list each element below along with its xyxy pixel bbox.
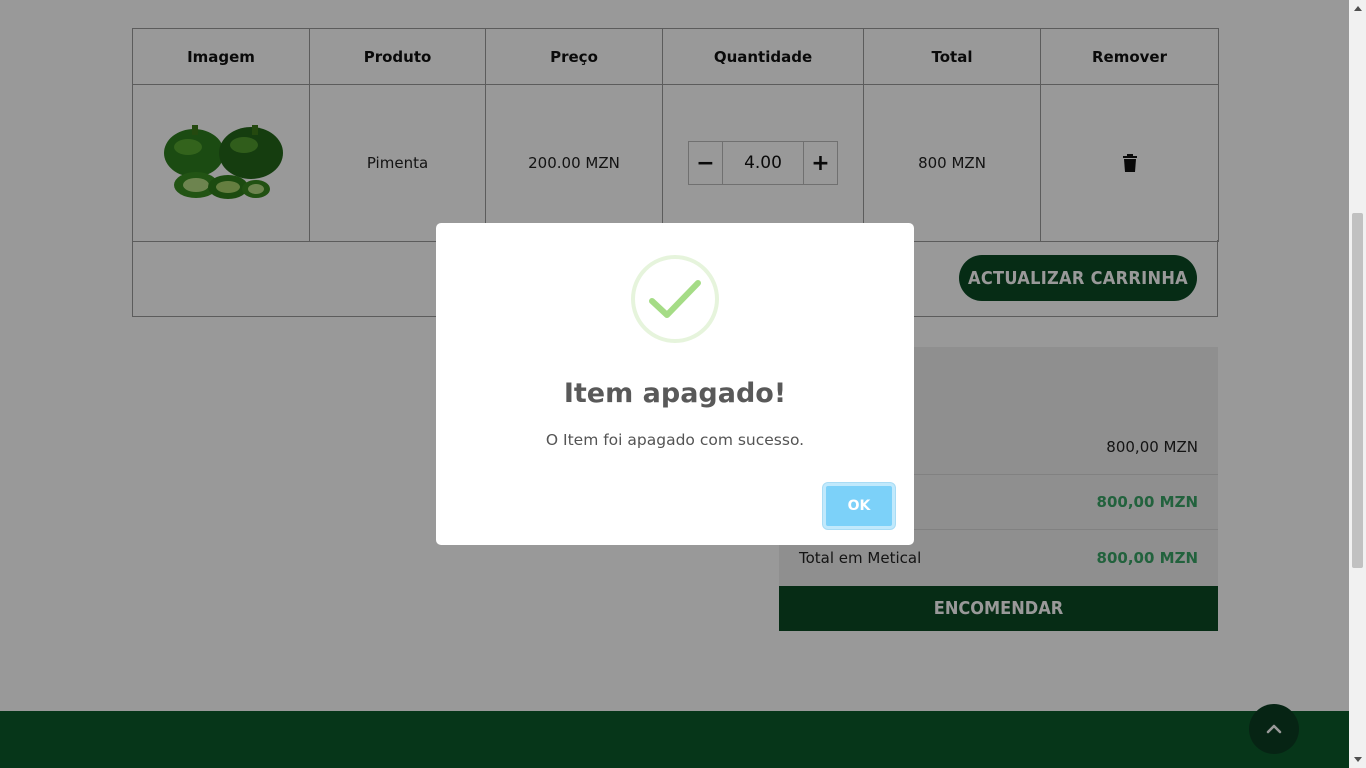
checkmark-icon (649, 280, 701, 318)
cart-page: Imagem Produto Preço Quantidade Total Re… (0, 0, 1349, 768)
dialog-title: Item apagado! (563, 378, 787, 409)
vertical-scrollbar[interactable] (1349, 0, 1366, 768)
success-dialog: Item apagado! O Item foi apagado com suc… (436, 223, 914, 545)
ok-button[interactable]: OK (823, 483, 895, 529)
dialog-message: O Item foi apagado com sucesso. (545, 431, 805, 449)
scroll-down-arrow[interactable] (1349, 751, 1366, 768)
success-check-icon (631, 255, 719, 343)
scroll-up-arrow[interactable] (1349, 0, 1366, 17)
scrollbar-thumb[interactable] (1352, 213, 1363, 568)
